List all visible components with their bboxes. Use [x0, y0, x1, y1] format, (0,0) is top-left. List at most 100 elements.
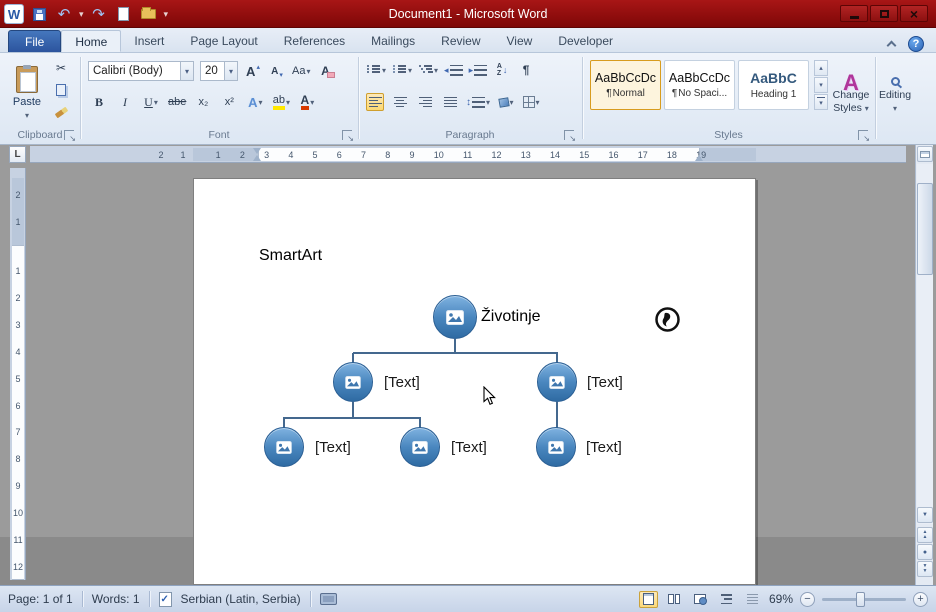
horizontal-ruler[interactable]: 21 1 2 3 4 5 6 7 8 9 10 11 12 13 14 15 16 17 18 19 — [30, 146, 906, 163]
italic-button[interactable]: I — [116, 93, 134, 111]
font-dialog-launcher[interactable] — [342, 130, 354, 143]
tab-file[interactable]: File — [8, 30, 62, 52]
tab-developer[interactable]: Developer — [545, 30, 626, 52]
increase-indent-button[interactable]: ▸ — [469, 61, 488, 79]
fullscreen-reading-view-button[interactable] — [665, 591, 684, 608]
minimize-button[interactable] — [840, 5, 868, 22]
undo-button[interactable]: ↶ — [54, 4, 74, 24]
strikethrough-button[interactable]: abe — [168, 93, 186, 111]
previous-page-button[interactable]: ▲ ▲ — [917, 527, 933, 543]
help-button[interactable]: ? — [908, 36, 924, 52]
combo-dropdown-icon[interactable]: ▾ — [180, 62, 193, 80]
smartart-node[interactable] — [333, 362, 373, 402]
page-count[interactable]: Page: 1 of 1 — [8, 592, 73, 606]
paste-button[interactable]: Paste ▾ — [6, 58, 48, 128]
tab-home[interactable]: Home — [61, 30, 122, 52]
draft-view-button[interactable] — [743, 591, 762, 608]
change-case-button[interactable]: Aa ▾ — [292, 62, 310, 80]
paragraph-dialog-launcher[interactable] — [564, 130, 576, 143]
justify-button[interactable] — [441, 93, 459, 111]
sort-button[interactable]: A Z ↓ — [493, 61, 511, 79]
style-normal[interactable]: AaBbCcDc ¶ Normal — [590, 60, 661, 110]
zoom-level[interactable]: 69% — [769, 592, 793, 606]
first-line-indent-marker[interactable] — [253, 148, 261, 154]
style-no-spacing[interactable]: AaBbCcDc ¶ No Spaci... — [664, 60, 735, 110]
borders-button[interactable]: ▾ — [522, 93, 540, 111]
text-effects-button[interactable]: A ▾ — [246, 93, 264, 111]
keyboard-language-icon[interactable] — [319, 593, 337, 605]
shrink-font-button[interactable]: A ▾ — [268, 62, 286, 80]
proofing-status-icon[interactable] — [158, 591, 172, 607]
scroll-down-button[interactable]: ▼ — [917, 507, 933, 523]
bold-button[interactable]: B — [90, 93, 108, 111]
zoom-in-button[interactable]: + — [913, 591, 928, 607]
font-name-combo[interactable]: Calibri (Body) ▾ — [88, 61, 194, 81]
smartart-node-label[interactable]: [Text] — [451, 439, 487, 456]
undo-dropdown[interactable]: ▾ — [79, 9, 84, 20]
align-center-button[interactable] — [391, 93, 409, 111]
show-hide-button[interactable]: ¶ — [517, 61, 535, 79]
language-indicator[interactable]: Serbian (Latin, Serbia) — [181, 592, 301, 606]
tab-page-layout[interactable]: Page Layout — [177, 30, 270, 52]
copy-button[interactable] — [52, 81, 70, 99]
smartart-node-label[interactable]: [Text] — [587, 374, 623, 391]
editing-group-button[interactable]: Editing ▾ — [878, 59, 912, 131]
outline-view-button[interactable] — [717, 591, 736, 608]
multilevel-list-button[interactable]: ▾ — [418, 61, 438, 79]
align-right-button[interactable] — [416, 93, 434, 111]
vertical-ruler[interactable]: 21 1 2 3 4 5 6 7 8 9 10 11 12 — [10, 168, 26, 580]
shading-button[interactable]: ▾ — [497, 93, 515, 111]
vertical-scrollbar[interactable]: ▲ ▼ ▲▲ ● ▼▼ — [915, 145, 933, 585]
combo-dropdown-icon[interactable]: ▾ — [224, 62, 237, 80]
underline-button[interactable]: U ▾ — [142, 93, 160, 111]
right-indent-marker[interactable] — [695, 155, 703, 161]
styles-dialog-launcher[interactable] — [858, 130, 870, 143]
superscript-button[interactable]: x² — [220, 93, 238, 111]
change-styles-button[interactable]: A Change Styles ▾ — [826, 59, 876, 131]
word-count[interactable]: Words: 1 — [92, 592, 140, 606]
tab-stop-selector[interactable]: L — [9, 146, 26, 163]
new-document-button[interactable] — [114, 4, 134, 24]
print-layout-view-button[interactable] — [638, 590, 658, 608]
minimize-ribbon-button[interactable] — [884, 38, 898, 51]
tab-view[interactable]: View — [494, 30, 546, 52]
word-logo-icon[interactable]: W — [4, 4, 24, 24]
font-size-combo[interactable]: 20 ▾ — [200, 61, 238, 81]
restore-button[interactable] — [870, 5, 898, 22]
smartart-node-label[interactable]: [Text] — [586, 439, 622, 456]
smartart-node-label[interactable]: [Text] — [384, 374, 420, 391]
redo-button[interactable]: ↷ — [89, 4, 109, 24]
align-left-button[interactable] — [366, 93, 384, 111]
view-ruler-toggle-button[interactable] — [917, 146, 933, 162]
next-page-button[interactable]: ▼ ▼ — [917, 561, 933, 577]
smartart-node[interactable] — [537, 362, 577, 402]
format-painter-button[interactable] — [52, 103, 70, 121]
tab-references[interactable]: References — [271, 30, 358, 52]
smartart-node[interactable] — [264, 427, 304, 467]
left-indent-marker[interactable] — [253, 155, 261, 161]
select-browse-object-button[interactable]: ● — [917, 544, 933, 560]
style-heading-1[interactable]: AaBbC Heading 1 — [738, 60, 809, 110]
cut-button[interactable]: ✂ — [52, 59, 70, 77]
tab-mailings[interactable]: Mailings — [358, 30, 428, 52]
tab-review[interactable]: Review — [428, 30, 493, 52]
highlight-button[interactable]: ab ▾ — [272, 93, 290, 111]
zoom-slider[interactable] — [822, 591, 906, 607]
font-color-button[interactable]: A ▾ — [298, 93, 316, 111]
decrease-indent-button[interactable]: ◂ — [444, 61, 463, 79]
numbering-button[interactable]: ▾ — [392, 61, 412, 79]
open-button[interactable] — [139, 4, 159, 24]
clipboard-dialog-launcher[interactable] — [64, 130, 76, 143]
smartart-node-root[interactable] — [433, 295, 477, 339]
zoom-slider-thumb[interactable] — [856, 591, 865, 607]
save-button[interactable] — [29, 4, 49, 24]
web-layout-view-button[interactable] — [691, 591, 710, 608]
smartart-node[interactable] — [400, 427, 440, 467]
bullets-button[interactable]: ▾ — [366, 61, 386, 79]
close-button[interactable]: × — [900, 5, 928, 22]
line-spacing-button[interactable]: ↕ ▾ — [466, 93, 490, 111]
grow-font-button[interactable]: A ▴ — [244, 62, 262, 80]
smartart-node-label[interactable]: Životinje — [481, 308, 541, 326]
document-page[interactable]: SmartArt Životinje [Text] [Text] [Text] … — [193, 178, 756, 585]
smartart-node-label[interactable]: [Text] — [315, 439, 351, 456]
